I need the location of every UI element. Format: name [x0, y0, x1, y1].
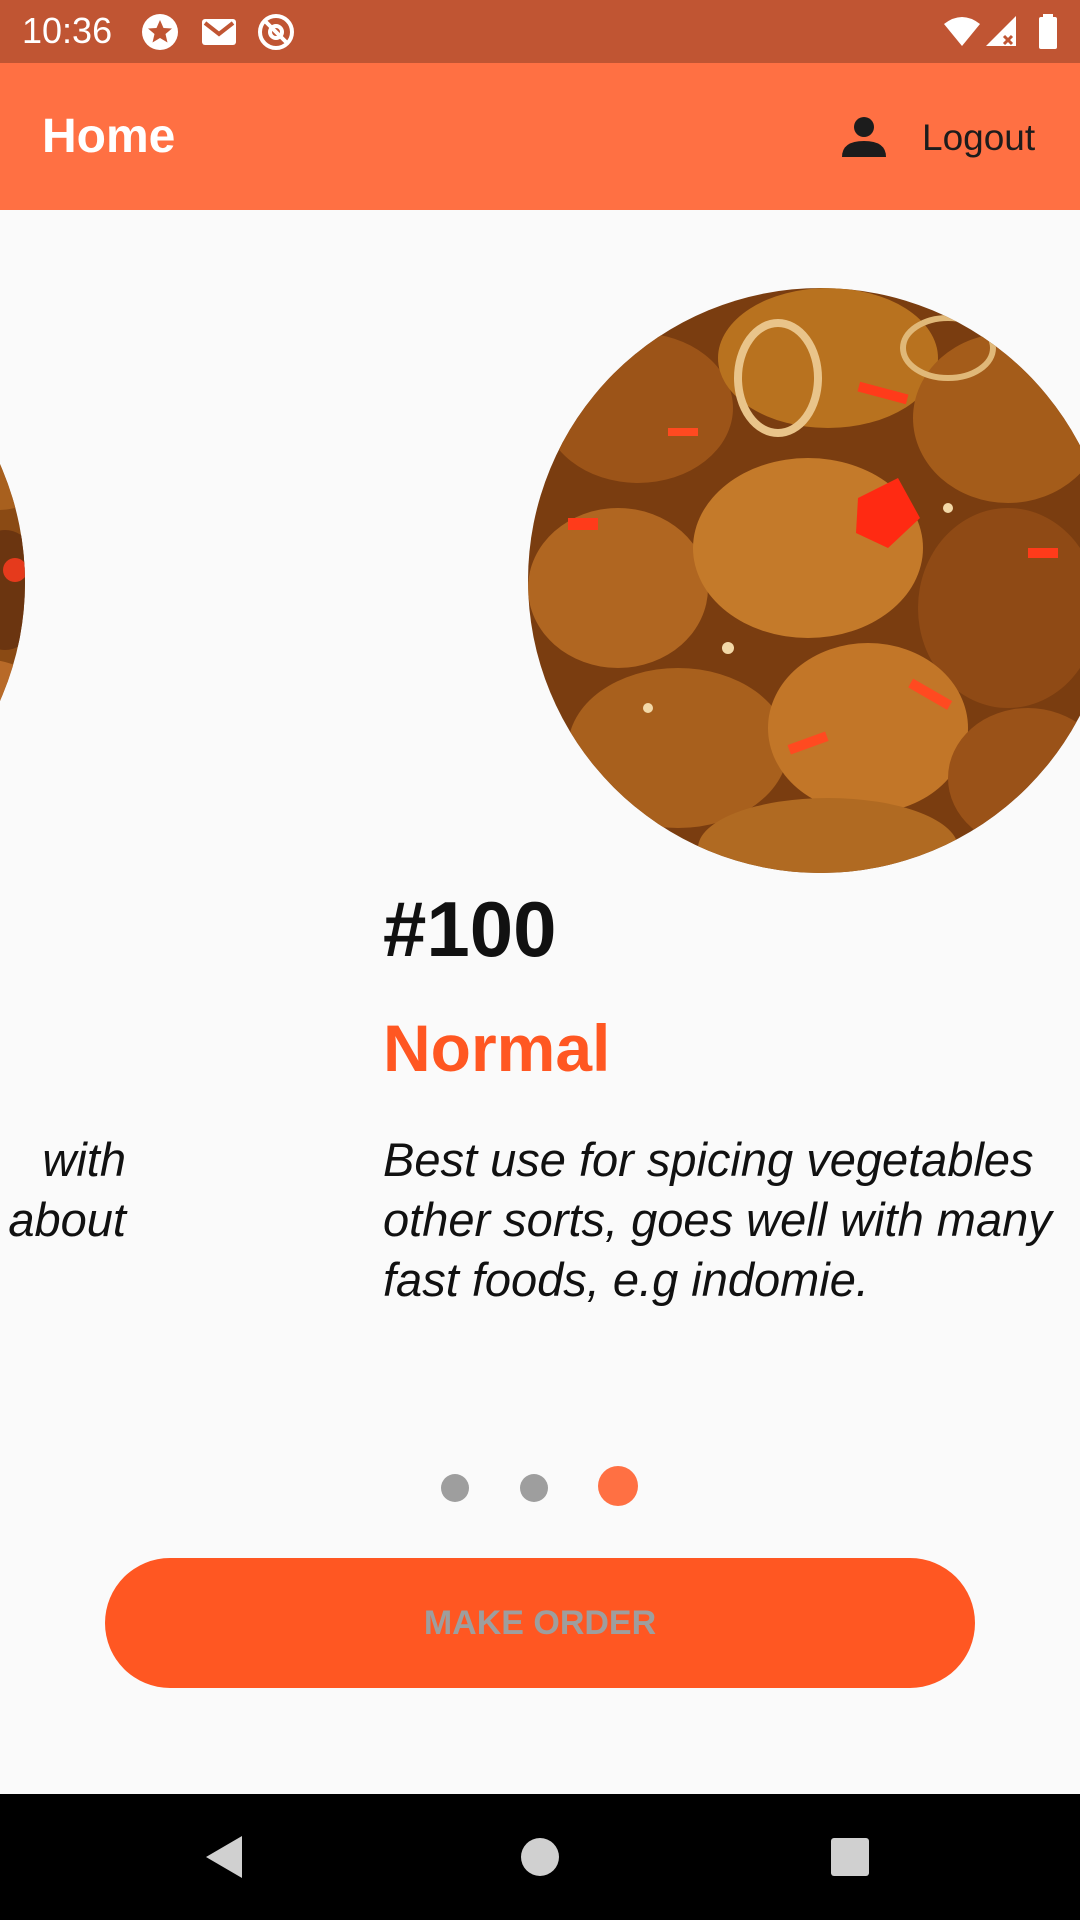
wifi-icon — [944, 17, 980, 46]
signal-icon — [986, 16, 1016, 46]
page-dot-2[interactable] — [520, 1474, 548, 1502]
page-indicator — [0, 1466, 1080, 1506]
at-sign-icon — [258, 14, 294, 50]
person-icon — [842, 117, 886, 157]
food-image[interactable] — [528, 288, 1080, 873]
recents-icon[interactable] — [825, 1832, 875, 1882]
previous-food-image[interactable] — [0, 290, 25, 875]
navigation-bar — [0, 1794, 1080, 1920]
make-order-label: MAKE ORDER — [423, 1603, 657, 1642]
home-icon[interactable] — [515, 1832, 565, 1882]
back-icon[interactable] — [200, 1832, 250, 1882]
make-order-button[interactable]: MAKE ORDER — [105, 1558, 975, 1688]
food-description: Best use for spicing vegetables other so… — [383, 1133, 1052, 1306]
food-photo — [0, 290, 25, 875]
logout-button[interactable]: Logout — [840, 103, 1070, 173]
app-bar: Home Logout — [0, 63, 1080, 210]
battery-icon — [1039, 14, 1057, 49]
previous-food-description: with about — [8, 1133, 126, 1246]
status-bar: 10:36 — [0, 0, 1080, 63]
food-carousel[interactable]: with about #100 Normal Best use for spic… — [0, 210, 1080, 1794]
star-circle-icon — [142, 14, 178, 50]
page-dot-3-active[interactable] — [598, 1466, 638, 1506]
food-category: Normal — [383, 1011, 611, 1085]
food-price: #100 — [383, 885, 557, 973]
gmail-icon — [202, 19, 236, 45]
logout-label: Logout — [922, 117, 1036, 158]
page-dot-1[interactable] — [441, 1474, 469, 1502]
page-title: Home — [42, 110, 176, 163]
food-photo — [528, 288, 1080, 873]
status-time: 10:36 — [22, 10, 113, 51]
